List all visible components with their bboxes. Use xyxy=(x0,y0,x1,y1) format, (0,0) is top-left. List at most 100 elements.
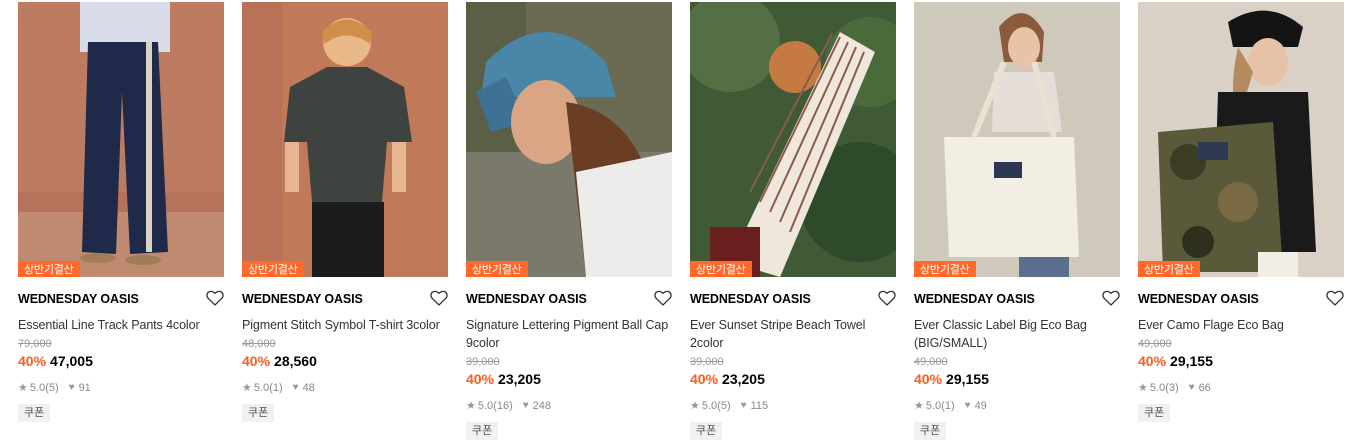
like-count: 49 xyxy=(974,400,987,412)
promo-badge: 상반기결산 xyxy=(690,261,752,277)
price-row: 40% 29,155 xyxy=(1138,352,1344,370)
rating-value: 5.0 xyxy=(1149,382,1166,394)
product-card[interactable]: 상반기결산 WEDNESDAY OASIS Pigment Stitch Sym… xyxy=(242,2,448,422)
product-image[interactable]: 상반기결산 xyxy=(466,2,672,277)
product-card[interactable]: 상반기결산 WEDNESDAY OASIS Ever Camo Flage Ec… xyxy=(1138,2,1344,422)
product-photo xyxy=(914,2,1120,277)
brand-name[interactable]: WEDNESDAY OASIS xyxy=(690,291,896,307)
heart-filled-icon: ♥ xyxy=(522,400,529,411)
sale-price: 29,155 xyxy=(946,371,989,387)
sale-price: 23,205 xyxy=(498,371,541,387)
discount-rate: 40% xyxy=(1138,353,1167,369)
product-name[interactable]: Essential Line Track Pants 4color xyxy=(18,316,224,334)
coupon-tag: 쿠폰 xyxy=(914,422,947,440)
original-price: 39,000 xyxy=(690,356,724,368)
product-photo xyxy=(466,2,672,277)
product-meta: ★ 5.0 (3) ♥ 66 xyxy=(1138,381,1344,395)
product-name[interactable]: Ever Sunset Stripe Beach Towel 2color xyxy=(690,316,896,352)
like-count: 66 xyxy=(1198,382,1211,394)
heart-outline-icon[interactable] xyxy=(1326,290,1344,306)
product-photo xyxy=(18,2,224,277)
discount-rate: 40% xyxy=(18,353,47,369)
promo-badge: 상반기결산 xyxy=(1138,261,1200,277)
product-card[interactable]: 상반기결산 WEDNESDAY OASIS Signature Letterin… xyxy=(466,2,672,440)
product-image[interactable]: 상반기결산 xyxy=(690,2,896,277)
price-row: 40% 28,560 xyxy=(242,352,448,370)
product-name[interactable]: Ever Camo Flage Eco Bag xyxy=(1138,316,1344,334)
heart-filled-icon: ♥ xyxy=(740,400,747,411)
like-count: 48 xyxy=(302,382,315,394)
rating-value: 5.0 xyxy=(253,382,270,394)
promo-badge: 상반기결산 xyxy=(242,261,304,277)
product-image[interactable]: 상반기결산 xyxy=(242,2,448,277)
product-meta: ★ 5.0 (16) ♥ 248 xyxy=(466,399,672,413)
price-row: 40% 23,205 xyxy=(690,370,896,388)
price-row: 40% 23,205 xyxy=(466,370,672,388)
product-image[interactable]: 상반기결산 xyxy=(914,2,1120,277)
original-price: 49,000 xyxy=(1138,338,1172,350)
product-name[interactable]: Ever Classic Label Big Eco Bag (BIG/SMAL… xyxy=(914,316,1120,352)
heart-outline-icon[interactable] xyxy=(430,290,448,306)
product-image[interactable]: 상반기결산 xyxy=(1138,2,1344,277)
coupon-tag: 쿠폰 xyxy=(18,404,51,422)
star-icon: ★ xyxy=(1138,382,1148,394)
discount-rate: 40% xyxy=(690,371,719,387)
rating-value: 5.0 xyxy=(701,400,718,412)
brand-name[interactable]: WEDNESDAY OASIS xyxy=(18,291,224,307)
discount-rate: 40% xyxy=(242,353,271,369)
product-card[interactable]: 상반기결산 WEDNESDAY OASIS Essential Line Tra… xyxy=(18,2,224,422)
price-row: 40% 29,155 xyxy=(914,370,1120,388)
product-card[interactable]: 상반기결산 WEDNESDAY OASIS Ever Sunset Stripe… xyxy=(690,2,896,440)
heart-filled-icon: ♥ xyxy=(68,382,75,393)
review-count: (1) xyxy=(941,400,955,412)
price-row: 40% 47,005 xyxy=(18,352,224,370)
product-photo xyxy=(1138,2,1344,277)
heart-outline-icon[interactable] xyxy=(1102,290,1120,306)
brand-name[interactable]: WEDNESDAY OASIS xyxy=(242,291,448,307)
product-name[interactable]: Signature Lettering Pigment Ball Cap 9co… xyxy=(466,316,672,352)
product-photo xyxy=(242,2,448,277)
star-icon: ★ xyxy=(18,382,28,394)
star-icon: ★ xyxy=(690,400,700,412)
review-count: (1) xyxy=(269,382,283,394)
sale-price: 47,005 xyxy=(50,353,93,369)
original-price: 48,000 xyxy=(242,338,276,350)
promo-badge: 상반기결산 xyxy=(466,261,528,277)
original-price: 49,000 xyxy=(914,356,948,368)
review-count: (5) xyxy=(717,400,731,412)
brand-name[interactable]: WEDNESDAY OASIS xyxy=(914,291,1120,307)
discount-rate: 40% xyxy=(914,371,943,387)
sale-price: 29,155 xyxy=(1170,353,1213,369)
review-count: (16) xyxy=(493,400,513,412)
sale-price: 23,205 xyxy=(722,371,765,387)
heart-filled-icon: ♥ xyxy=(292,382,299,393)
like-count: 91 xyxy=(78,382,91,394)
review-count: (5) xyxy=(45,382,59,394)
heart-filled-icon: ♥ xyxy=(964,400,971,411)
heart-outline-icon[interactable] xyxy=(654,290,672,306)
product-image[interactable]: 상반기결산 xyxy=(18,2,224,277)
product-grid: 상반기결산 WEDNESDAY OASIS Essential Line Tra… xyxy=(0,0,1347,447)
promo-badge: 상반기결산 xyxy=(18,261,80,277)
product-meta: ★ 5.0 (1) ♥ 49 xyxy=(914,399,1120,413)
product-card[interactable]: 상반기결산 WEDNESDAY OASIS Ever Classic Label… xyxy=(914,2,1120,440)
like-count: 115 xyxy=(750,400,769,412)
sale-price: 28,560 xyxy=(274,353,317,369)
discount-rate: 40% xyxy=(466,371,495,387)
product-meta: ★ 5.0 (5) ♥ 115 xyxy=(690,399,896,413)
heart-outline-icon[interactable] xyxy=(878,290,896,306)
original-price: 39,000 xyxy=(466,356,500,368)
product-meta: ★ 5.0 (1) ♥ 48 xyxy=(242,381,448,395)
heart-outline-icon[interactable] xyxy=(206,290,224,306)
product-photo xyxy=(690,2,896,277)
like-count: 248 xyxy=(532,400,552,412)
brand-name[interactable]: WEDNESDAY OASIS xyxy=(1138,291,1344,307)
heart-filled-icon: ♥ xyxy=(1188,382,1195,393)
star-icon: ★ xyxy=(466,400,476,412)
product-meta: ★ 5.0 (5) ♥ 91 xyxy=(18,381,224,395)
product-name[interactable]: Pigment Stitch Symbol T-shirt 3color xyxy=(242,316,448,334)
brand-name[interactable]: WEDNESDAY OASIS xyxy=(466,291,672,307)
coupon-tag: 쿠폰 xyxy=(242,404,275,422)
rating-value: 5.0 xyxy=(925,400,942,412)
review-count: (3) xyxy=(1165,382,1179,394)
